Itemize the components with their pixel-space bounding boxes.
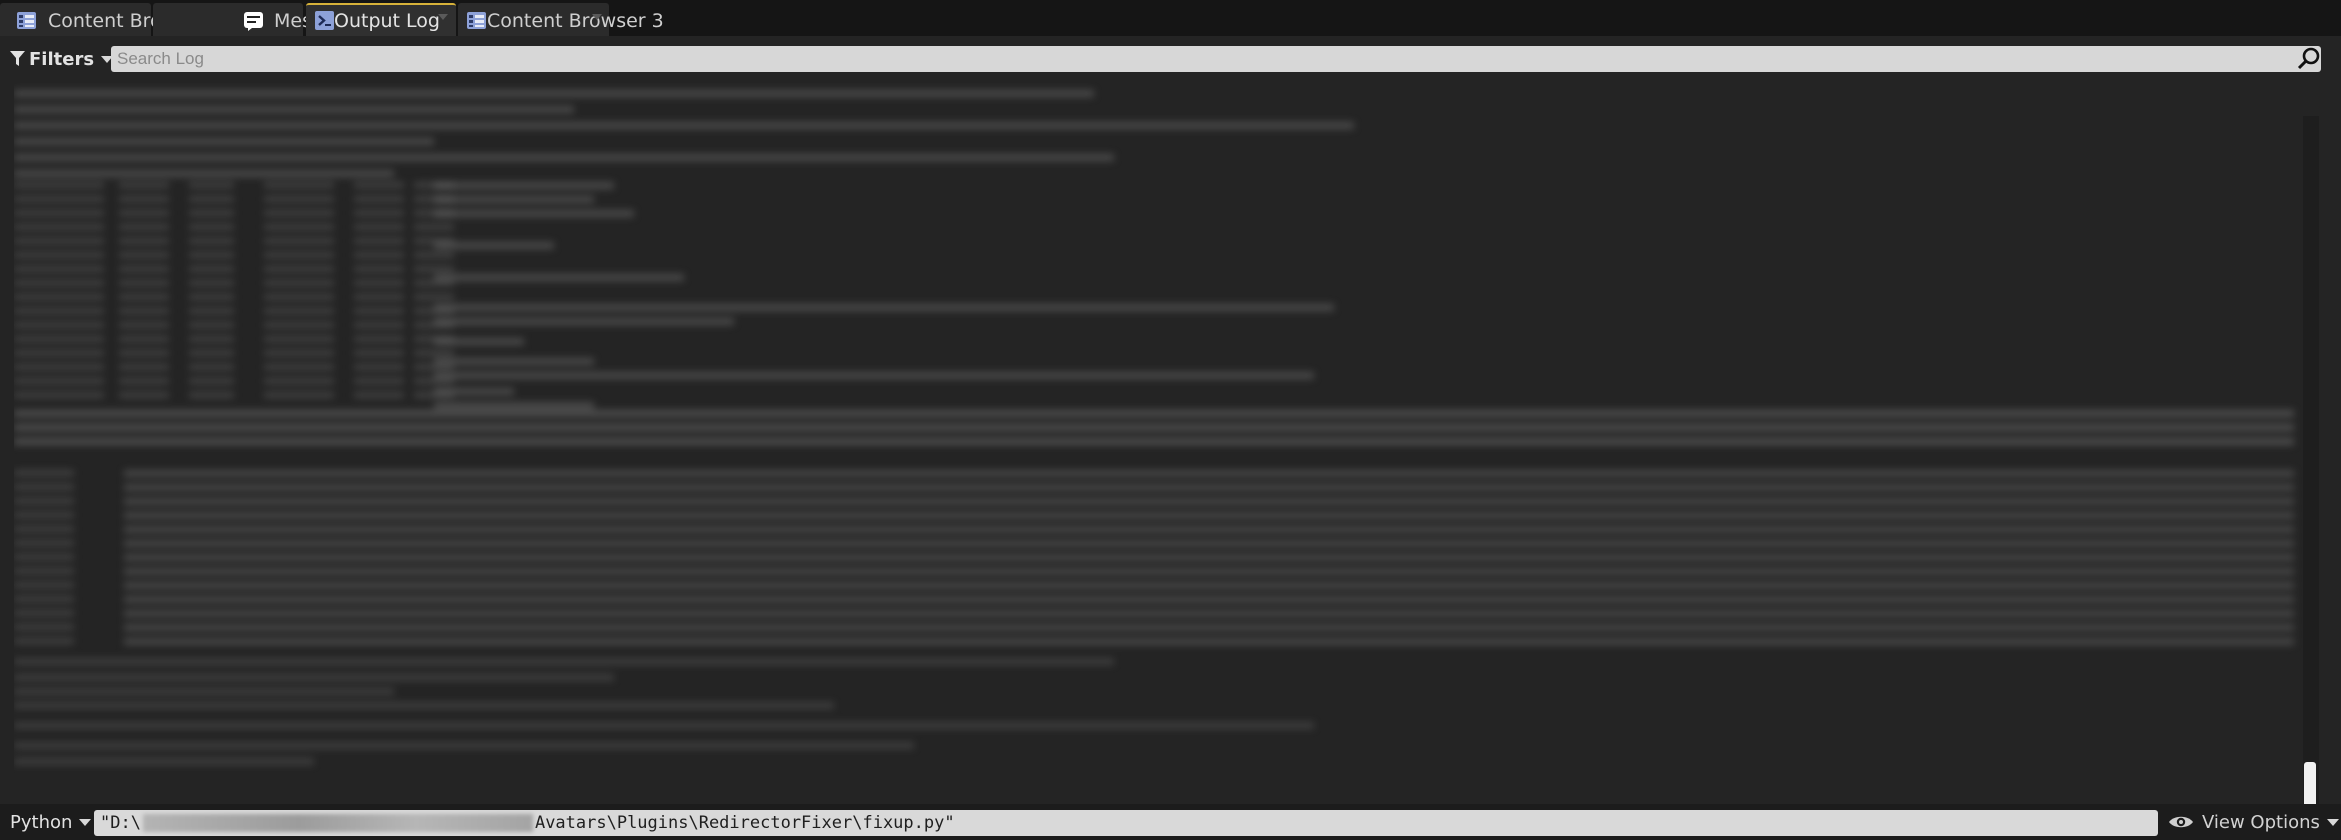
tab-menu-icon[interactable] bbox=[438, 14, 448, 20]
interpreter-dropdown[interactable]: Python bbox=[10, 810, 92, 834]
view-options-button[interactable]: View Options bbox=[2168, 810, 2339, 834]
interpreter-label: Python bbox=[10, 811, 73, 833]
message-log-icon bbox=[244, 12, 263, 31]
tab-label: Content Browser 3 bbox=[487, 10, 664, 32]
vertical-scrollbar[interactable] bbox=[2303, 116, 2319, 828]
filter-bar: Filters bbox=[0, 36, 2341, 81]
tab-content-browser-3[interactable]: Content Browser 3 bbox=[458, 3, 664, 36]
tab-menu-icon[interactable] bbox=[592, 14, 602, 20]
filter-icon bbox=[10, 51, 25, 66]
eye-icon bbox=[2169, 816, 2193, 828]
chevron-down-icon bbox=[79, 818, 92, 826]
output-log-panel: Filters Python "D:\ Avatars\Plugins\Redir… bbox=[0, 36, 2341, 840]
tab-content-browser-2[interactable]: Content Browser 2 bbox=[0, 3, 225, 36]
content-browser-icon bbox=[17, 12, 36, 29]
search-button[interactable] bbox=[2296, 46, 2322, 72]
redacted-path bbox=[142, 814, 533, 832]
filters-dropdown[interactable]: Filters bbox=[10, 46, 114, 72]
command-suffix: Avatars\Plugins\RedirectorFixer\fixup.py… bbox=[534, 813, 955, 833]
output-log-icon bbox=[315, 11, 334, 30]
tab-output-log[interactable]: Output Log bbox=[306, 3, 456, 36]
tab-message-log[interactable]: Message Log bbox=[153, 3, 442, 36]
chevron-down-icon bbox=[2326, 818, 2339, 826]
search-icon bbox=[2297, 47, 2320, 70]
tab-bar: Content Browser 2 Message Log Output Log… bbox=[0, 0, 2341, 36]
filters-label: Filters bbox=[29, 48, 95, 70]
command-prefix: "D:\ bbox=[100, 813, 141, 833]
log-blurred-content bbox=[14, 82, 2304, 794]
search-input[interactable] bbox=[111, 46, 2321, 72]
command-bar: Python "D:\ Avatars\Plugins\RedirectorFix… bbox=[0, 804, 2341, 840]
view-options-label: View Options bbox=[2202, 811, 2320, 833]
command-input[interactable]: "D:\ Avatars\Plugins\RedirectorFixer\fixu… bbox=[94, 810, 2158, 836]
content-browser-icon bbox=[467, 12, 486, 29]
tab-label: Output Log bbox=[334, 10, 440, 32]
log-output-area[interactable] bbox=[14, 82, 2304, 794]
